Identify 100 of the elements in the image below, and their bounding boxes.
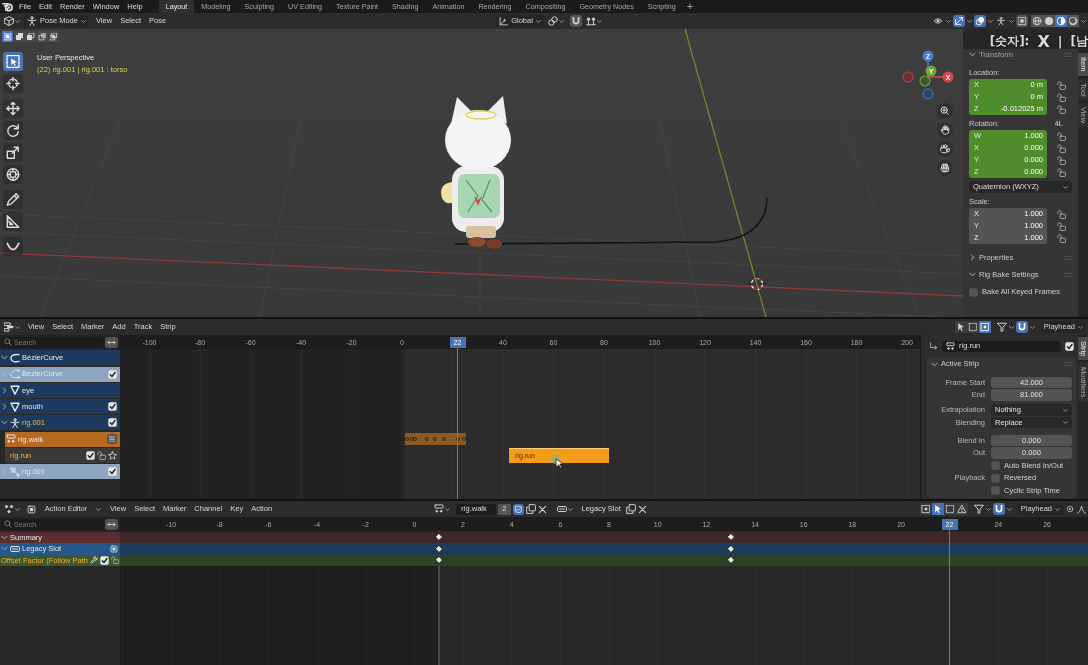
falloff-icon[interactable] (1077, 504, 1086, 514)
overlapping-squares-icon[interactable] (36, 31, 48, 42)
shield-icon[interactable] (512, 503, 524, 515)
star-icon[interactable] (108, 451, 117, 461)
move-arrows-icon[interactable] (3, 99, 23, 118)
hand-icon[interactable] (937, 122, 953, 138)
chevron-right-icon[interactable] (1, 386, 8, 394)
checkbox[interactable] (86, 451, 95, 461)
figure-icon[interactable] (995, 15, 1007, 27)
arc-icon[interactable] (3, 237, 23, 256)
close-icon[interactable] (537, 504, 547, 514)
grip-icon[interactable] (1064, 253, 1072, 262)
zoom-icon[interactable] (937, 103, 953, 119)
caret-icon[interactable] (988, 18, 993, 24)
axis-handle[interactable] (919, 75, 931, 87)
caret-icon[interactable] (946, 18, 951, 24)
keyframe-icon[interactable] (435, 544, 443, 553)
chevron-right-icon[interactable] (1, 403, 8, 411)
ring-icon[interactable] (1065, 504, 1075, 514)
caret-icon[interactable] (1008, 324, 1014, 330)
keyframe-icon[interactable] (727, 544, 735, 553)
magnet-icon[interactable] (1015, 321, 1028, 333)
checkbox[interactable] (108, 402, 117, 412)
caret-icon[interactable] (1081, 18, 1086, 24)
disc-icon[interactable] (1043, 15, 1055, 27)
filter-icon[interactable] (996, 322, 1007, 332)
axis-handle[interactable] (902, 71, 914, 83)
double-arrow-icon[interactable] (105, 518, 118, 530)
add-workspace-button[interactable]: + (682, 0, 698, 13)
grip-icon[interactable] (1064, 360, 1072, 368)
square-toggle-icon[interactable] (110, 544, 118, 553)
copy-icon[interactable] (625, 504, 636, 514)
open-padlock-icon[interactable] (1057, 131, 1066, 141)
transform-icon[interactable] (3, 165, 23, 184)
dotted-square-icon[interactable] (919, 503, 932, 515)
square-icon[interactable] (1016, 15, 1028, 27)
editor-type-button[interactable] (2, 502, 22, 516)
overlapping-squares-icon[interactable] (25, 31, 36, 42)
pivot-button[interactable] (545, 14, 566, 28)
checkbox[interactable] (991, 461, 1000, 470)
ruler-icon[interactable] (3, 212, 23, 231)
open-padlock-icon[interactable] (1057, 209, 1066, 219)
overlapping-circles-icon[interactable] (974, 15, 986, 27)
magnet-icon[interactable] (569, 15, 582, 27)
stack-icon[interactable] (107, 434, 117, 445)
double-arrow-icon[interactable] (105, 336, 118, 348)
cursor-arrow-icon[interactable] (954, 321, 967, 333)
app-logo-icon[interactable] (2, 1, 13, 12)
keyframe-icon[interactable] (727, 556, 735, 565)
checkbox[interactable] (991, 473, 1000, 483)
chevron-down-icon[interactable] (1, 419, 8, 427)
open-padlock-icon[interactable] (1057, 92, 1066, 102)
checkbox[interactable] (969, 287, 978, 297)
open-padlock-icon[interactable] (1057, 104, 1066, 114)
keyframe-icon[interactable] (435, 533, 443, 542)
checkbox[interactable] (100, 555, 109, 565)
perspective-grid-icon[interactable] (937, 160, 953, 176)
overlapping-squares-icon[interactable] (48, 31, 59, 42)
pencil-icon[interactable] (3, 190, 23, 209)
crosshair-icon[interactable] (3, 74, 23, 93)
checkbox[interactable] (991, 486, 1000, 495)
chevron-down-icon[interactable] (1, 533, 8, 541)
wrench-icon[interactable] (90, 556, 98, 565)
caret-icon[interactable] (967, 18, 972, 24)
select-box-icon[interactable] (3, 52, 23, 71)
grip-icon[interactable] (1064, 50, 1072, 59)
axis-handle[interactable] (922, 88, 934, 100)
open-padlock-icon[interactable] (1057, 167, 1066, 177)
editor-type-button[interactable] (2, 320, 22, 334)
chevron-down-icon[interactable] (1, 354, 8, 362)
scale-icon[interactable] (3, 143, 23, 162)
caret-icon[interactable] (1006, 506, 1012, 512)
open-padlock-icon[interactable] (1057, 155, 1066, 165)
caret-icon[interactable] (1009, 18, 1014, 24)
filter-icon[interactable] (973, 504, 984, 514)
checkbox[interactable] (108, 369, 117, 379)
checkbox[interactable] (108, 467, 117, 477)
globe-icon[interactable] (1031, 15, 1043, 27)
open-padlock-icon[interactable] (97, 451, 106, 461)
open-padlock-icon[interactable] (1057, 221, 1066, 231)
magnet-icon[interactable] (992, 503, 1005, 515)
caret-icon[interactable] (1029, 324, 1035, 330)
checkbox[interactable] (1065, 341, 1074, 351)
open-padlock-icon[interactable] (1057, 143, 1066, 153)
copy-icon[interactable] (525, 504, 536, 514)
checkbox[interactable] (108, 418, 117, 428)
close-icon[interactable] (637, 504, 647, 514)
open-padlock-icon[interactable] (1057, 80, 1066, 90)
camera-icon[interactable] (937, 141, 953, 157)
keyframe-icon[interactable] (435, 556, 443, 565)
half-disc-icon[interactable] (1055, 15, 1067, 27)
keyframe-icon[interactable] (727, 533, 735, 542)
editor-type-button[interactable] (2, 14, 22, 28)
shaded-disc-icon[interactable] (1067, 15, 1079, 27)
eye-icon[interactable] (932, 15, 944, 27)
caret-icon[interactable] (985, 506, 991, 512)
dashed-square-icon[interactable] (2, 31, 13, 42)
overlapping-squares-icon[interactable] (13, 31, 25, 42)
arrows-icon[interactable] (953, 15, 965, 27)
grip-icon[interactable] (1064, 270, 1072, 279)
